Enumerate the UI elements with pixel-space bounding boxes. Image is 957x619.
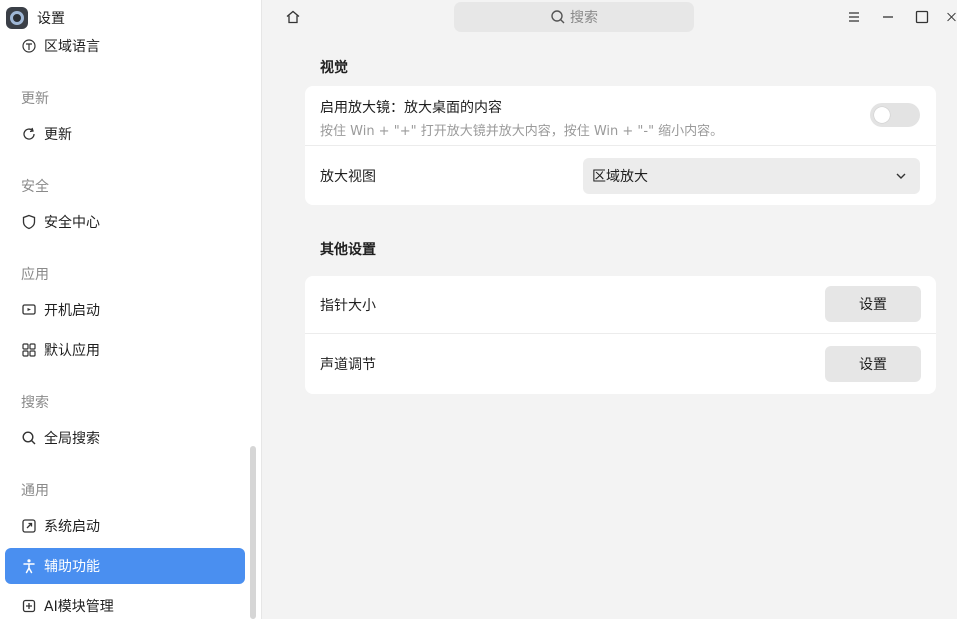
pointer-size-button[interactable]: 设置	[825, 286, 921, 322]
app-title: 设置	[6, 7, 65, 29]
sidebar-scrollbar[interactable]	[250, 446, 256, 619]
sidebar: 设置 区域语言 更新 更新 安全 安全中心 应用 开机启动 默认应用 搜索 全局…	[0, 0, 262, 619]
settings-app-icon	[6, 7, 28, 29]
sidebar-header-update: 更新	[21, 91, 49, 107]
close-button[interactable]	[946, 8, 957, 26]
search-icon	[21, 430, 37, 446]
zoom-view-value: 区域放大	[592, 169, 648, 185]
other-card: 指针大小 设置 声道调节 设置	[305, 276, 936, 394]
zoom-view-label: 放大视图	[320, 169, 376, 185]
search-icon	[550, 9, 566, 25]
sidebar-item-global-search[interactable]: 全局搜索	[5, 420, 245, 456]
home-button[interactable]	[284, 8, 302, 26]
maximize-icon	[915, 10, 929, 24]
sidebar-header-general: 通用	[21, 483, 49, 499]
refresh-icon	[21, 126, 37, 142]
sidebar-item-security-center[interactable]: 安全中心	[5, 204, 245, 240]
zoom-view-select[interactable]: 区域放大	[583, 158, 920, 194]
magnifier-toggle[interactable]	[870, 103, 920, 127]
top-bar: 搜索	[262, 0, 957, 36]
toggle-knob	[874, 107, 890, 123]
close-icon	[947, 12, 956, 22]
menu-icon	[849, 12, 859, 22]
boot-icon	[21, 518, 37, 534]
sidebar-item-default-apps[interactable]: 默认应用	[5, 332, 245, 368]
sidebar-item-system-boot[interactable]: 系统启动	[5, 508, 245, 544]
maximize-button[interactable]	[913, 8, 931, 26]
minimize-icon	[883, 16, 893, 18]
home-icon	[286, 10, 300, 24]
section-title-other: 其他设置	[320, 242, 376, 258]
sidebar-item-label: 区域语言	[44, 39, 100, 55]
ai-module-icon	[21, 598, 37, 614]
sidebar-header-security: 安全	[21, 179, 49, 195]
magnifier-label: 启用放大镜：放大桌面的内容	[320, 100, 502, 116]
zoom-view-row: 放大视图 区域放大	[305, 146, 936, 205]
sidebar-item-label: 辅助功能	[44, 559, 100, 575]
channel-row: 声道调节 设置	[305, 334, 936, 394]
region-language-icon	[21, 38, 37, 54]
sidebar-item-region-language[interactable]: 区域语言	[5, 28, 245, 64]
magnifier-hint: 按住 Win + "+" 打开放大镜并放大内容，按住 Win + "-" 缩小内…	[320, 124, 724, 139]
pointer-size-label: 指针大小	[320, 298, 376, 314]
shield-icon	[21, 214, 37, 230]
menu-button[interactable]	[845, 8, 863, 26]
section-title-visual: 视觉	[320, 60, 348, 76]
pointer-size-row: 指针大小 设置	[305, 276, 936, 333]
search-input[interactable]: 搜索	[454, 2, 694, 32]
visual-card: 启用放大镜：放大桌面的内容 按住 Win + "+" 打开放大镜并放大内容，按住…	[305, 86, 936, 205]
sidebar-item-label: 安全中心	[44, 215, 100, 231]
accessibility-icon	[21, 558, 37, 574]
sidebar-item-label: 系统启动	[44, 519, 100, 535]
app-title-text: 设置	[37, 11, 65, 27]
startup-icon	[21, 302, 37, 318]
chevron-down-icon	[896, 173, 906, 179]
sidebar-header-search: 搜索	[21, 395, 49, 411]
sidebar-item-startup[interactable]: 开机启动	[5, 292, 245, 328]
sidebar-item-label: 更新	[44, 127, 72, 143]
minimize-button[interactable]	[879, 8, 897, 26]
channel-label: 声道调节	[320, 357, 376, 373]
sidebar-item-label: 全局搜索	[44, 431, 100, 447]
grid-icon	[21, 342, 37, 358]
sidebar-item-accessibility[interactable]: 辅助功能	[5, 548, 245, 584]
channel-button[interactable]: 设置	[825, 346, 921, 382]
sidebar-item-ai-module[interactable]: AI模块管理	[5, 588, 245, 619]
sidebar-item-label: 默认应用	[44, 343, 100, 359]
sidebar-item-label: AI模块管理	[44, 599, 114, 615]
sidebar-header-apps: 应用	[21, 267, 49, 283]
sidebar-item-update[interactable]: 更新	[5, 116, 245, 152]
search-placeholder: 搜索	[570, 10, 598, 26]
sidebar-item-label: 开机启动	[44, 303, 100, 319]
magnifier-row: 启用放大镜：放大桌面的内容 按住 Win + "+" 打开放大镜并放大内容，按住…	[305, 86, 936, 145]
